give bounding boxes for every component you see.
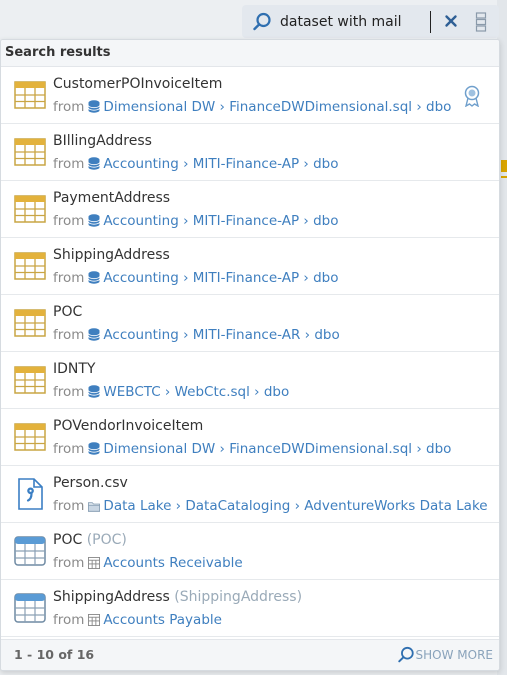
search-result-item[interactable]: ShippingAddress (ShippingAddress) from Acc… [1,580,499,637]
term-table-icon [14,535,46,567]
result-path-link[interactable]: Accounts Receivable [103,555,242,571]
from-label: from [53,555,85,571]
from-label: from [53,327,85,343]
database-icon [88,385,101,398]
filter-icon[interactable] [475,12,487,32]
dataset-table-icon [14,250,46,282]
database-icon [88,214,101,227]
search-result-item[interactable]: ShippingAddress from Accounting › MITI-Fin… [1,238,499,295]
result-title: POC (POC) [53,532,127,548]
from-label: from [53,213,85,229]
certified-badge-icon [463,85,481,108]
search-input[interactable] [280,11,431,33]
result-name: POC [53,532,83,548]
result-path: from Accounting › MITI-Finance-AR › dbo [53,327,489,343]
from-label: from [53,441,85,457]
panel-title: Search results [1,40,499,67]
result-path-link[interactable]: Data Lake › DataCataloging › AdventureWo… [103,498,489,514]
result-path: from Accounts Payable [53,612,489,628]
search-result-item[interactable]: POVendorInvoiceItem from Dimensional DW › … [1,409,499,466]
database-icon [88,328,101,341]
search-bar [242,5,499,38]
dataset-table-icon [14,421,46,453]
from-label: from [53,156,85,172]
from-label: from [53,270,85,286]
pagination-text: 1 - 10 of 16 [14,647,95,662]
result-name: POVendorInvoiceItem [53,418,204,434]
result-name: ShippingAddress [53,247,170,263]
from-label: from [53,99,85,115]
result-name: CustomerPOInvoiceItem [53,76,223,92]
from-label: from [53,498,85,514]
search-results-panel: Search results CustomerPOInvoiceItem from… [0,39,500,671]
result-path: from WEBCTC › WebCtc.sql › dbo [53,384,489,400]
result-path-link[interactable]: Accounting › MITI-Finance-AP › dbo [103,156,338,172]
result-path: from Accounts Receivable [53,555,489,571]
result-title: POC [53,304,82,320]
scrollbar-thumb[interactable] [499,285,500,445]
close-icon[interactable] [443,13,459,29]
result-name: ShippingAddress [53,589,170,605]
search-result-item[interactable]: CustomerPOInvoiceItem from Dimensional DW … [1,67,499,124]
result-path: from Accounting › MITI-Finance-AP › dbo [53,213,489,229]
from-label: from [53,612,85,628]
result-title: IDNTY [53,361,96,377]
result-path-link[interactable]: Accounting › MITI-Finance-AR › dbo [103,327,339,343]
result-title: CustomerPOInvoiceItem [53,76,222,92]
search-result-item[interactable]: PaymentAddress from Accounting › MITI-Fina… [1,181,499,238]
csv-file-icon [14,478,46,510]
result-alias: (POC) [86,532,127,548]
result-path: from Dimensional DW › FinanceDWDimensiona… [53,99,489,115]
result-name: Person.csv [53,475,128,491]
result-path-link[interactable]: WEBCTC › WebCtc.sql › dbo [103,384,289,400]
result-name: BIllingAddress [53,133,152,149]
search-result-item[interactable]: POC from Accounting › MITI-Finance-AR › db… [1,295,499,352]
result-path: from Data Lake › DataCataloging › Adventu… [53,498,489,514]
result-name: POC [53,304,83,320]
result-path-link[interactable]: Accounting › MITI-Finance-AP › dbo [103,213,338,229]
search-result-item[interactable]: BIllingAddress from Accounting › MITI-Fina… [1,124,499,181]
dataset-table-icon [14,136,46,168]
result-title: ShippingAddress [53,247,170,263]
search-icon [253,12,271,31]
result-title: PaymentAddress [53,190,170,206]
search-result-item[interactable]: Person.csv from Data Lake › DataCataloging… [1,466,499,523]
results-list: CustomerPOInvoiceItem from Dimensional DW … [1,67,499,637]
dataset-table-icon [14,193,46,225]
result-title: BIllingAddress [53,133,152,149]
result-title: Person.csv [53,475,128,491]
show-more-button[interactable]: SHOW MORE [397,646,493,664]
result-path-link[interactable]: Dimensional DW › FinanceDWDimensional.sq… [103,99,451,115]
glossary-icon [88,614,101,627]
panel-footer: 1 - 10 of 16 SHOW MORE [1,639,499,670]
database-icon [88,100,101,113]
search-result-item[interactable]: POC (POC) from Accounts Receivable [1,523,499,580]
result-path: from Dimensional DW › FinanceDWDimensiona… [53,441,489,457]
result-path-link[interactable]: Dimensional DW › FinanceDWDimensional.sq… [103,441,451,457]
dataset-table-icon [14,364,46,396]
database-icon [88,442,101,455]
database-icon [88,157,101,170]
term-table-icon [14,592,46,624]
show-more-label: SHOW MORE [415,648,493,662]
search-result-item[interactable]: IDNTY from WEBCTC › WebCtc.sql › dbo [1,352,499,409]
dataset-table-icon [14,79,46,111]
glossary-icon [88,557,101,570]
background-marker [501,176,507,178]
background-marker [501,160,507,172]
result-path-link[interactable]: Accounting › MITI-Finance-AP › dbo [103,270,338,286]
result-title: POVendorInvoiceItem [53,418,203,434]
database-icon [88,271,101,284]
result-alias: (ShippingAddress) [174,589,303,605]
result-path: from Accounting › MITI-Finance-AP › dbo [53,156,489,172]
result-path: from Accounting › MITI-Finance-AP › dbo [53,270,489,286]
result-name: IDNTY [53,361,96,377]
search-icon [397,646,414,663]
dataset-table-icon [14,307,46,339]
result-name: PaymentAddress [53,190,171,206]
folder-icon [88,500,101,513]
result-title: ShippingAddress (ShippingAddress) [53,589,302,605]
result-path-link[interactable]: Accounts Payable [103,612,222,628]
from-label: from [53,384,85,400]
